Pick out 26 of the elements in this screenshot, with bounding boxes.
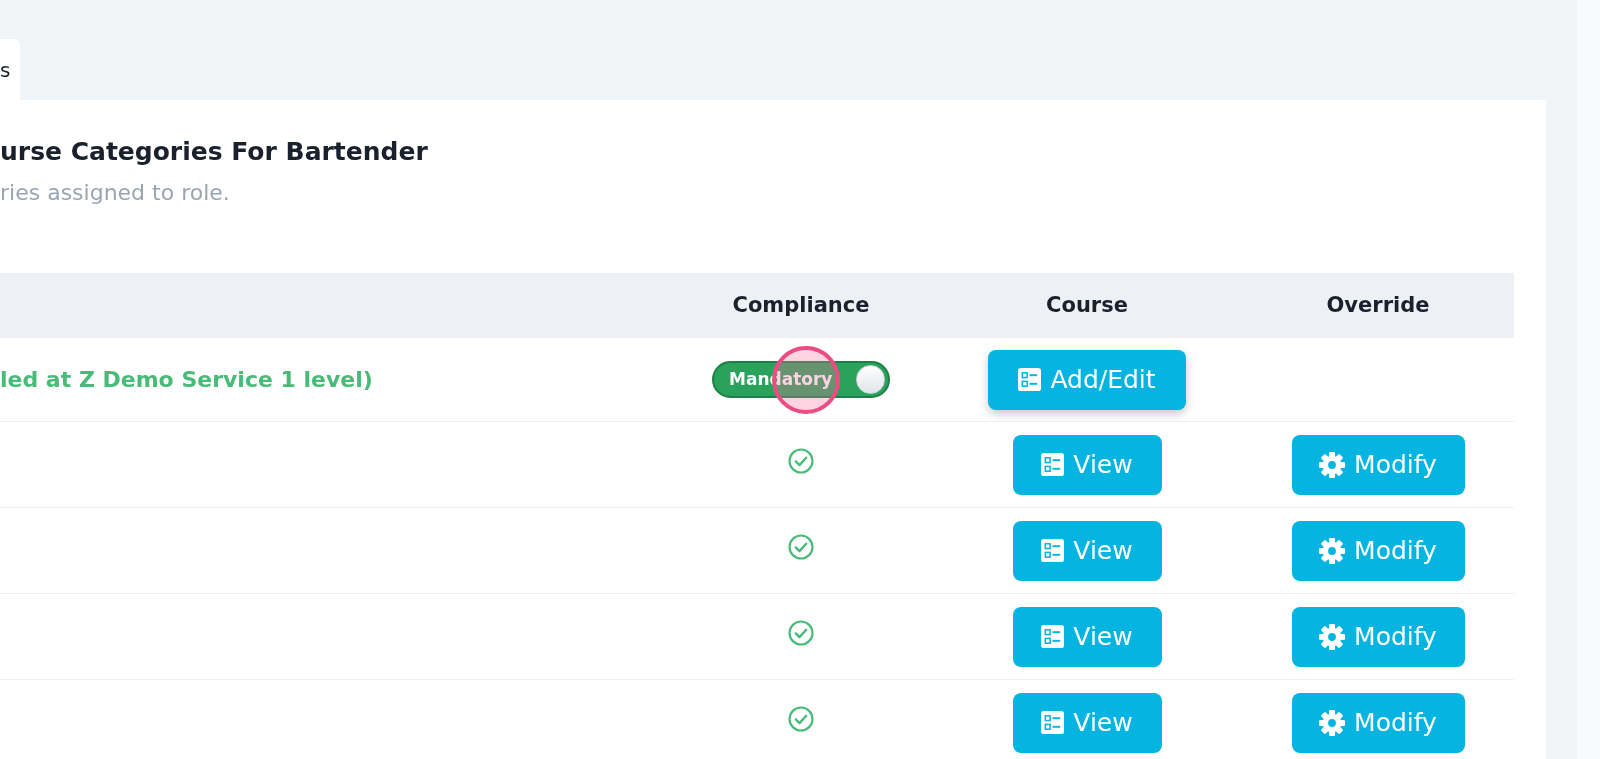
view-button[interactable]: View	[1012, 606, 1162, 667]
modify-button[interactable]: Modify	[1291, 434, 1465, 495]
card-title: urse Categories For Bartender	[0, 136, 429, 168]
gear-icon	[1319, 709, 1346, 736]
list-icon	[1018, 368, 1042, 391]
column-header: Compliance	[732, 291, 870, 319]
add-edit-button[interactable]: Add/Edit	[988, 349, 1186, 410]
row-label: led at Z Demo Service 1 level)	[0, 366, 373, 394]
modify-button[interactable]: Modify	[1291, 520, 1465, 581]
modify-button[interactable]: Modify	[1291, 606, 1465, 667]
modify-button[interactable]: Modify	[1291, 692, 1465, 753]
view-button[interactable]: View	[1012, 434, 1162, 495]
list-icon	[1041, 539, 1065, 562]
list-icon	[1041, 711, 1065, 734]
view-button[interactable]: View	[1012, 692, 1162, 753]
view-button[interactable]: View	[1012, 520, 1162, 581]
tab[interactable]: s	[0, 39, 20, 100]
gear-icon	[1319, 537, 1346, 564]
gear-icon	[1319, 451, 1346, 478]
column-header: Override	[1326, 291, 1430, 319]
list-icon	[1041, 453, 1065, 476]
card-subtitle: ries assigned to role.	[0, 180, 231, 206]
list-icon	[1041, 625, 1065, 648]
knob-icon	[856, 365, 885, 394]
gear-icon	[1319, 623, 1346, 650]
column-header: Course	[1046, 291, 1128, 319]
